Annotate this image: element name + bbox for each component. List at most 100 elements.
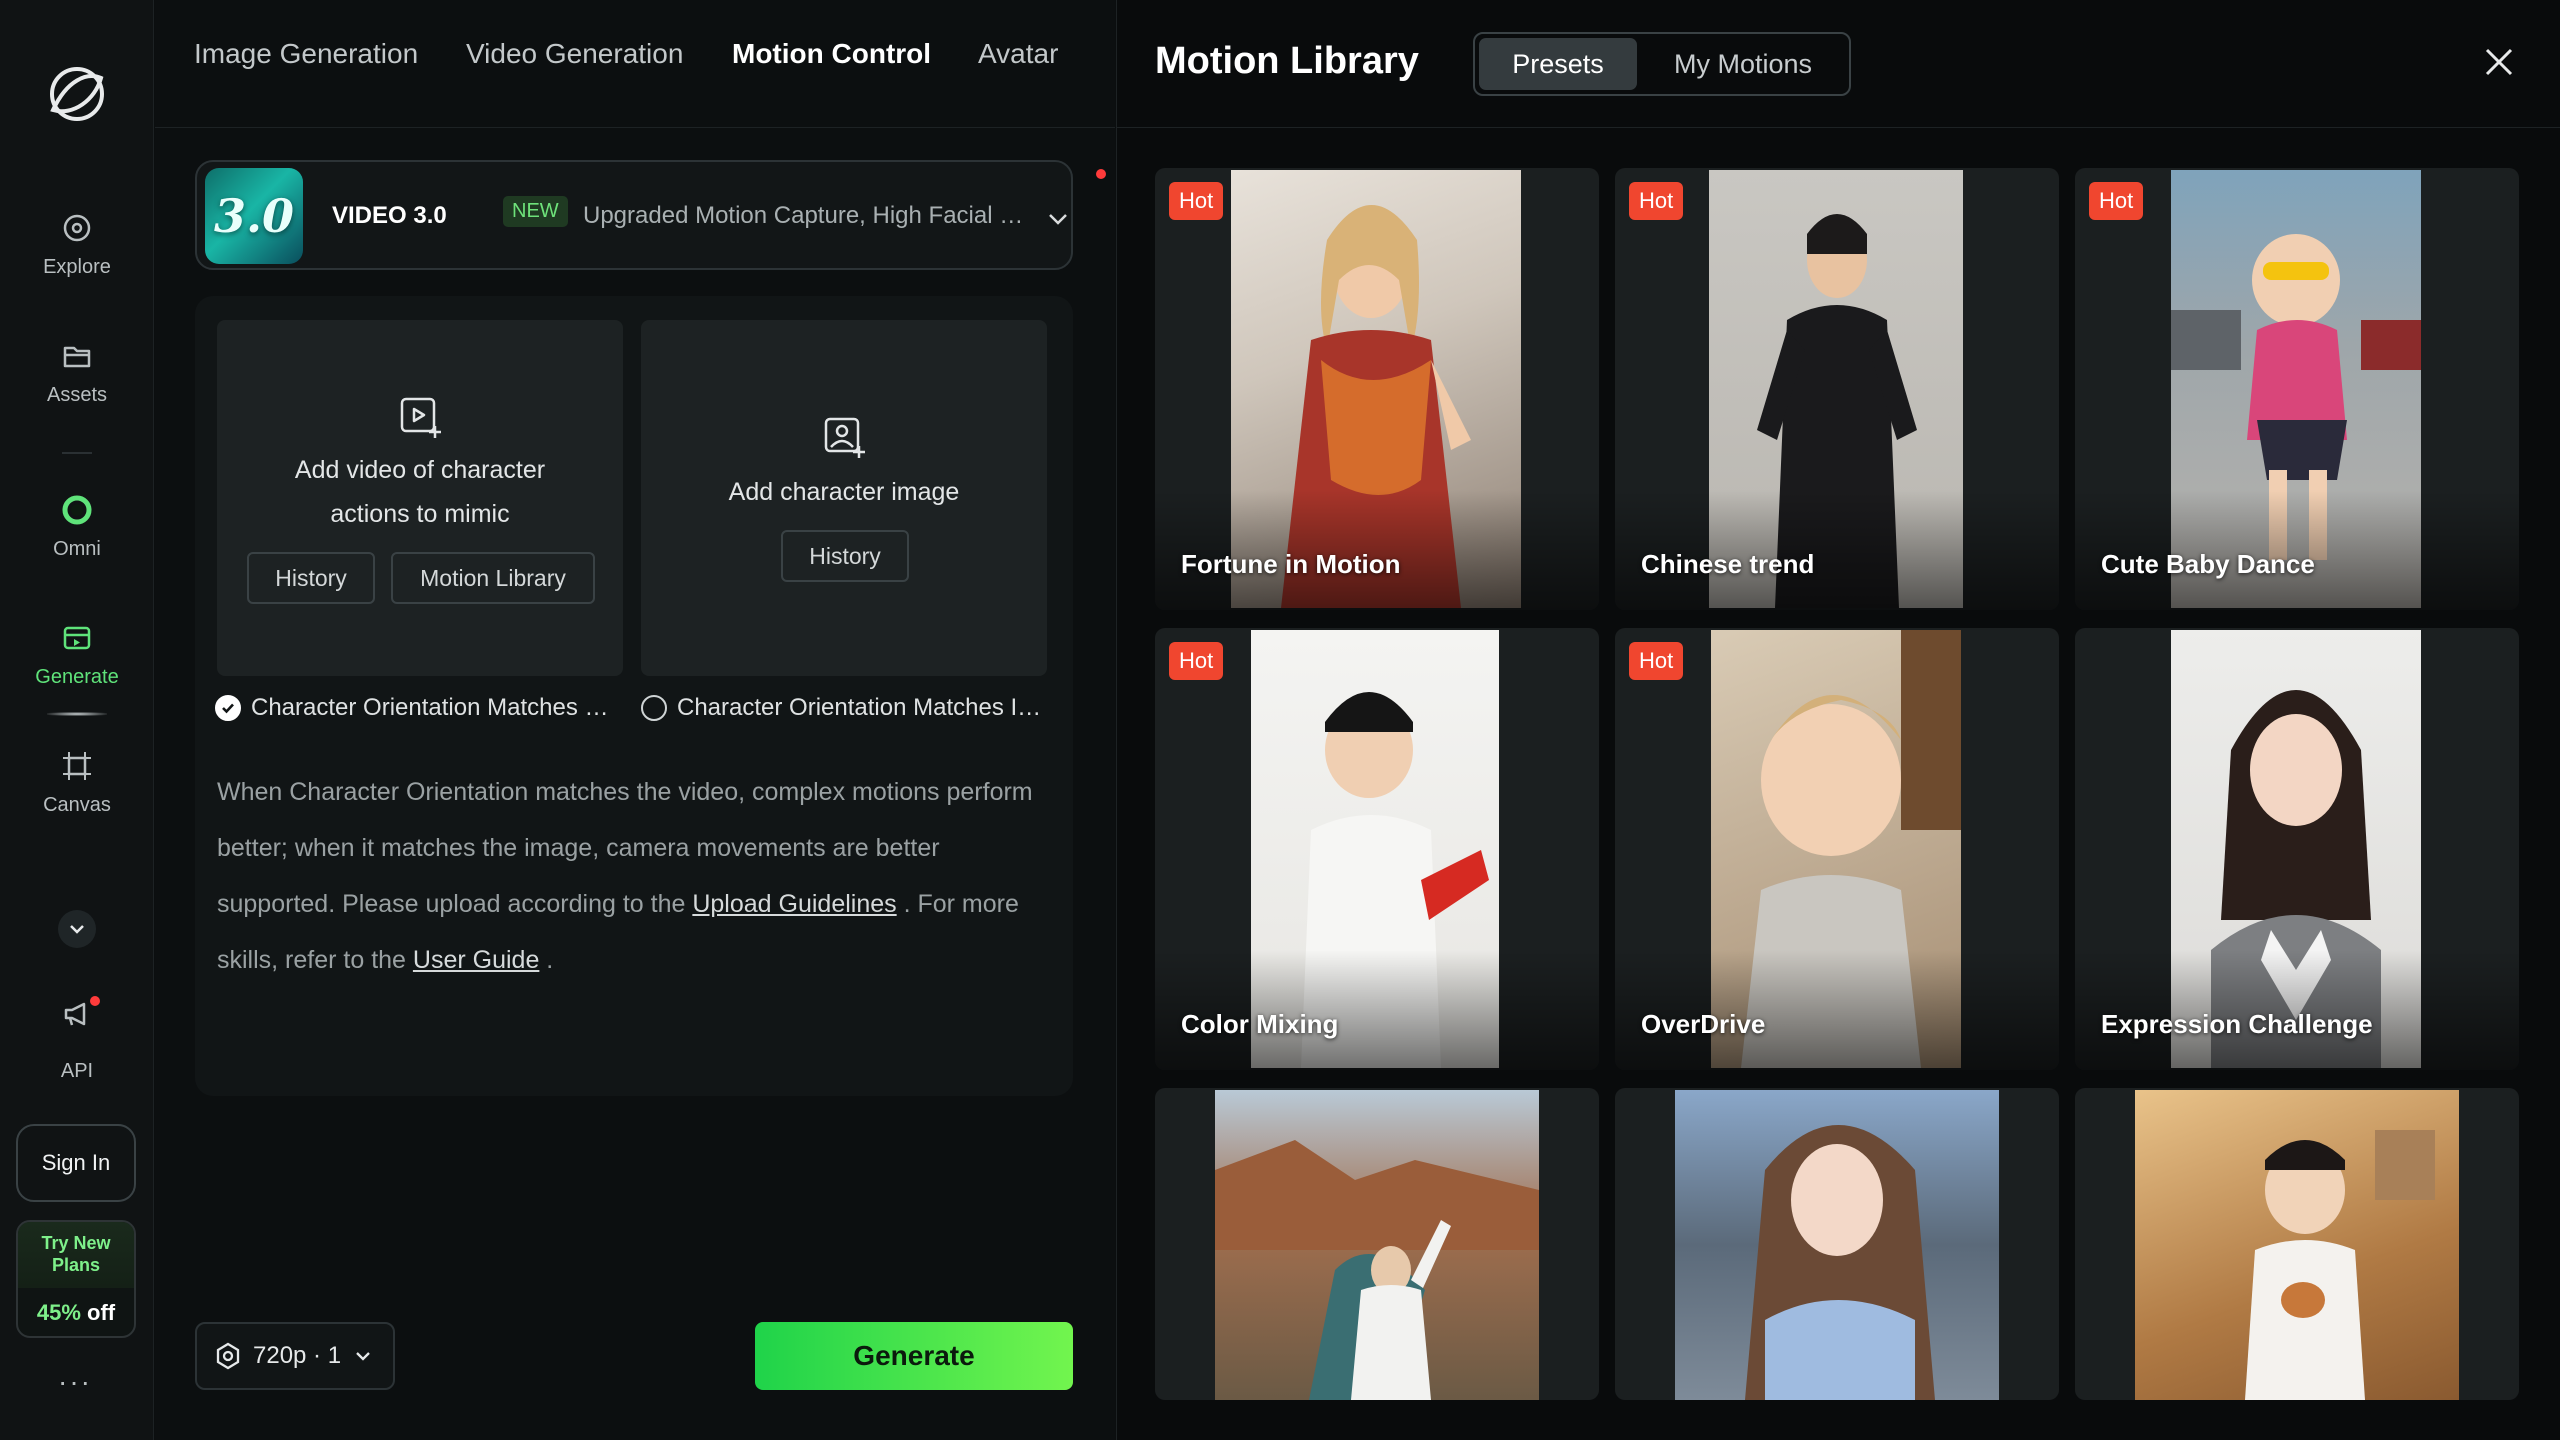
resolution-selector[interactable]: 720p · 1 bbox=[195, 1322, 395, 1390]
preset-card-color-mixing[interactable]: Hot Color Mixing bbox=[1155, 628, 1599, 1070]
sidebar-item-label: Omni bbox=[53, 538, 101, 560]
image-upload-icon bbox=[824, 417, 865, 458]
close-icon[interactable] bbox=[2481, 44, 2517, 80]
folder-icon bbox=[63, 346, 91, 368]
upload-area: Add video of character actions to mimic … bbox=[195, 296, 1073, 1096]
preset-card-chinese-trend[interactable]: Hot Chinese trend bbox=[1615, 168, 2059, 610]
orientation-option-image[interactable]: Character Orientation Matches Image bbox=[641, 694, 1051, 722]
chevron-down-icon bbox=[356, 1352, 370, 1361]
hot-badge: Hot bbox=[1629, 642, 1684, 680]
motion-library-button[interactable]: Motion Library bbox=[391, 552, 595, 604]
preset-name: Cute Baby Dance bbox=[2101, 549, 2315, 579]
sidebar-item-generate[interactable]: Generate bbox=[0, 620, 154, 689]
orientation-image-label: Character Orientation Matches Image bbox=[677, 694, 1049, 721]
plans-line-2: Plans bbox=[51, 1255, 101, 1275]
add-video-title-line2: actions to mimic bbox=[330, 500, 510, 528]
more-menu-icon[interactable]: ··· bbox=[58, 1366, 92, 1398]
sidebar-item-label: Generate bbox=[35, 666, 119, 688]
preset-thumbnail bbox=[1215, 1090, 1539, 1400]
library-title: Motion Library bbox=[1155, 40, 1419, 82]
radio-checked-icon bbox=[215, 695, 241, 721]
sidebar-item-api[interactable]: API bbox=[0, 996, 154, 1083]
preset-card-cute-baby-dance[interactable]: Hot Cute Baby Dance bbox=[2075, 168, 2519, 610]
settings-hex-icon bbox=[216, 1342, 240, 1370]
sidebar-item-explore[interactable]: Explore bbox=[0, 210, 154, 279]
try-new-plans-button[interactable]: Try New Plans 45% off bbox=[16, 1220, 136, 1338]
hot-badge: Hot bbox=[1169, 182, 1224, 220]
plans-line-1: Try New bbox=[41, 1233, 111, 1253]
preset-name: Chinese trend bbox=[1641, 549, 1815, 579]
sidebar-expand-button[interactable] bbox=[58, 910, 96, 948]
hot-badge: Hot bbox=[1169, 642, 1224, 680]
model-notification-dot bbox=[1096, 169, 1106, 179]
resolution-label: 720p · 1 bbox=[253, 1342, 342, 1369]
sidebar-divider bbox=[62, 452, 92, 454]
preset-name: Fortune in Motion bbox=[1181, 549, 1401, 579]
model-description: Upgraded Motion Capture, High Facial Con… bbox=[583, 202, 1033, 229]
tab-motion-control[interactable]: Motion Control bbox=[732, 38, 931, 70]
orientation-option-video[interactable]: Character Orientation Matches Video bbox=[215, 694, 615, 722]
motion-library-panel: Motion Library Presets My Motions Hot Fo… bbox=[1116, 0, 2560, 1440]
tab-image-generation[interactable]: Image Generation bbox=[194, 38, 418, 70]
preset-card-street-girl[interactable] bbox=[1615, 1088, 2059, 1400]
tab-presets[interactable]: Presets bbox=[1479, 38, 1637, 90]
tab-my-motions[interactable]: My Motions bbox=[1643, 38, 1843, 90]
video-history-button[interactable]: History bbox=[247, 552, 375, 604]
preset-card-canyon[interactable] bbox=[1155, 1088, 1599, 1400]
preset-name: Expression Challenge bbox=[2101, 1009, 2373, 1039]
plans-discount-value: 45% bbox=[36, 1300, 81, 1325]
user-guide-link[interactable]: User Guide bbox=[413, 946, 539, 974]
add-image-title: Add character image bbox=[728, 478, 960, 506]
new-badge: NEW bbox=[503, 196, 568, 227]
sidebar-item-omni[interactable]: Omni bbox=[0, 492, 154, 561]
sidebar-item-label: Explore bbox=[43, 256, 111, 278]
preset-name: Color Mixing bbox=[1181, 1009, 1339, 1039]
preset-card-toddler[interactable] bbox=[2075, 1088, 2519, 1400]
motion-control-panel: Image Generation Video Generation Motion… bbox=[155, 0, 1115, 1440]
omni-ring-icon bbox=[62, 495, 92, 525]
model-thumbnail: 3.0 bbox=[205, 168, 303, 264]
api-notification-dot bbox=[90, 996, 100, 1006]
preset-card-expression-challenge[interactable]: Expression Challenge bbox=[2075, 628, 2519, 1070]
preset-card-fortune-in-motion[interactable]: Hot Fortune in Motion bbox=[1155, 168, 1599, 610]
hot-badge: Hot bbox=[1629, 182, 1684, 220]
video-upload-icon bbox=[400, 397, 441, 438]
sidebar: Explore Assets Omni Generate Canvas API … bbox=[0, 0, 154, 1440]
preset-thumbnail bbox=[2135, 1090, 2459, 1400]
hot-badge: Hot bbox=[2089, 182, 2144, 220]
plans-promo: Try New Plans bbox=[18, 1222, 134, 1288]
active-indicator bbox=[47, 712, 107, 716]
sidebar-item-label: Canvas bbox=[43, 794, 111, 816]
canvas-frame-icon bbox=[63, 752, 91, 780]
sidebar-item-assets[interactable]: Assets bbox=[0, 338, 154, 407]
chevron-down-icon bbox=[70, 925, 84, 934]
generate-icon bbox=[63, 626, 91, 650]
preset-thumbnail bbox=[1675, 1090, 1999, 1400]
plans-off-label: off bbox=[87, 1300, 116, 1325]
plans-discount: 45% off bbox=[18, 1288, 134, 1326]
image-history-button[interactable]: History bbox=[781, 530, 909, 582]
radio-unchecked-icon bbox=[641, 695, 667, 721]
app-logo-icon[interactable] bbox=[43, 60, 111, 128]
generation-tabs: Image Generation Video Generation Motion… bbox=[155, 0, 1115, 128]
orientation-video-label: Character Orientation Matches Video bbox=[251, 694, 613, 721]
add-image-card[interactable]: Add character image History bbox=[641, 320, 1047, 676]
add-video-card[interactable]: Add video of character actions to mimic … bbox=[217, 320, 623, 676]
library-segmented-control: Presets My Motions bbox=[1473, 32, 1851, 96]
help-text-part-3: . bbox=[539, 946, 554, 974]
tab-avatar[interactable]: Avatar bbox=[978, 38, 1058, 70]
explore-icon bbox=[63, 214, 91, 242]
sidebar-item-canvas[interactable]: Canvas bbox=[0, 748, 154, 817]
preset-card-overdrive[interactable]: Hot OverDrive bbox=[1615, 628, 2059, 1070]
generate-button[interactable]: Generate bbox=[755, 1322, 1073, 1390]
chevron-down-icon bbox=[1049, 214, 1067, 225]
library-header: Motion Library Presets My Motions bbox=[1117, 0, 2560, 128]
help-text: When Character Orientation matches the v… bbox=[217, 764, 1047, 988]
preset-name: OverDrive bbox=[1641, 1009, 1766, 1039]
tab-video-generation[interactable]: Video Generation bbox=[466, 38, 683, 70]
model-selector[interactable]: 3.0 VIDEO 3.0 NEW Upgraded Motion Captur… bbox=[195, 160, 1106, 270]
model-name: VIDEO 3.0 bbox=[332, 202, 447, 229]
upload-guidelines-link[interactable]: Upload Guidelines bbox=[692, 890, 896, 918]
sidebar-item-label: API bbox=[60, 1060, 94, 1082]
sign-in-button[interactable]: Sign In bbox=[16, 1124, 136, 1202]
